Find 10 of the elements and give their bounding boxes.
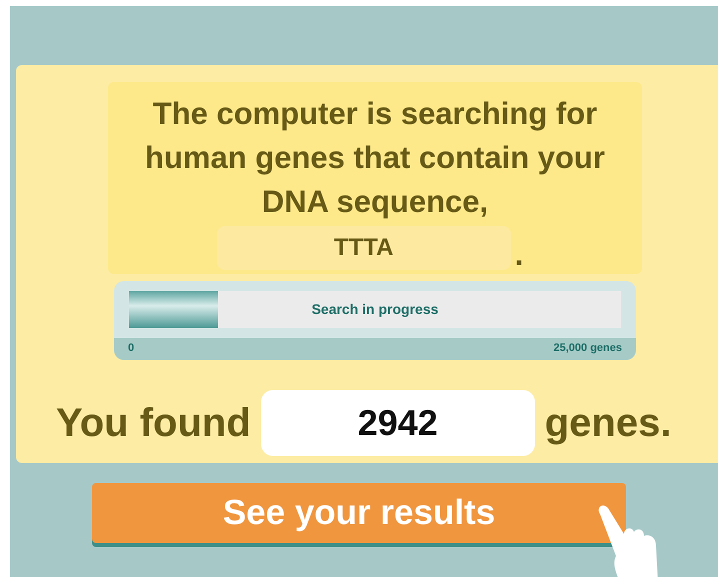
scale-min-label: 0 — [128, 341, 134, 356]
progress-label: Search in progress — [312, 300, 438, 319]
period: . — [514, 239, 524, 270]
dna-sequence: TTTA — [216, 226, 511, 270]
see-results-button[interactable]: See your results — [92, 483, 626, 543]
result-text: You found — [56, 400, 251, 446]
scale-max-label: 25,000 genes — [554, 341, 622, 356]
headline: The computer is searching for human genes that contain your DNA sequence, — [144, 95, 606, 221]
gene-count: 2942 — [260, 390, 535, 456]
result-text: genes. — [544, 400, 672, 446]
